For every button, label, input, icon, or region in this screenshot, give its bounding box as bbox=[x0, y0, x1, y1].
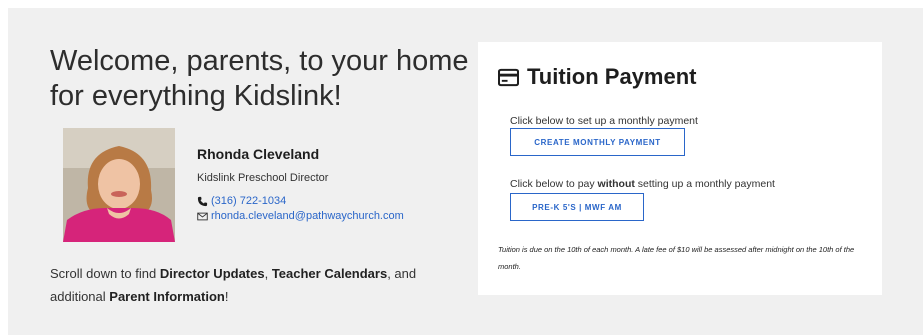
onetime-label-text-2: setting up a monthly payment bbox=[634, 178, 775, 190]
scroll-note: Scroll down to find Director Updates, Te… bbox=[50, 262, 470, 308]
welcome-panel: Welcome, parents, to your home for every… bbox=[8, 8, 923, 335]
scroll-bold-teacher-calendars: Teacher Calendars bbox=[271, 266, 388, 281]
tuition-due-note: Tuition is due on the 10th of each month… bbox=[498, 245, 855, 271]
credit-card-icon bbox=[498, 68, 519, 86]
welcome-heading: Welcome, parents, to your home for every… bbox=[50, 45, 469, 112]
onetime-label-text-1: Click below to pay bbox=[510, 178, 598, 190]
director-email-link[interactable]: rhonda.cleveland@pathwaychurch.com bbox=[197, 210, 404, 222]
director-phone: (316) 722-1034 bbox=[211, 195, 287, 207]
monthly-payment-label: Click below to set up a monthly payment bbox=[510, 115, 698, 127]
scroll-bold-director-updates: Director Updates bbox=[159, 266, 265, 281]
tuition-title: Tuition Payment bbox=[498, 64, 697, 90]
scroll-text-4: ! bbox=[224, 289, 229, 304]
director-name: Rhonda Cleveland bbox=[197, 146, 320, 162]
director-photo bbox=[63, 128, 175, 242]
phone-icon bbox=[197, 196, 208, 206]
director-email: rhonda.cleveland@pathwaychurch.com bbox=[211, 210, 404, 222]
director-role: Kidslink Preschool Director bbox=[197, 172, 329, 184]
tuition-title-text: Tuition Payment bbox=[527, 64, 697, 89]
pre-k-5s-mwf-am-button[interactable]: PRE-K 5'S | MWF AM bbox=[510, 193, 644, 221]
onetime-payment-label: Click below to pay without setting up a … bbox=[510, 178, 775, 190]
scroll-text-1: Scroll down to find bbox=[50, 266, 160, 281]
create-monthly-payment-button[interactable]: CREATE MONTHLY PAYMENT bbox=[510, 128, 685, 156]
tuition-card: Tuition Payment Click below to set up a … bbox=[478, 42, 882, 295]
director-contact: Rhonda Cleveland Kidslink Preschool Dire… bbox=[197, 146, 404, 225]
scroll-text-2: , bbox=[264, 266, 272, 281]
envelope-icon bbox=[197, 212, 208, 220]
director-phone-link[interactable]: (316) 722-1034 bbox=[197, 195, 404, 207]
scroll-bold-parent-information: Parent Information bbox=[109, 289, 225, 304]
onetime-label-bold: without bbox=[597, 178, 635, 190]
